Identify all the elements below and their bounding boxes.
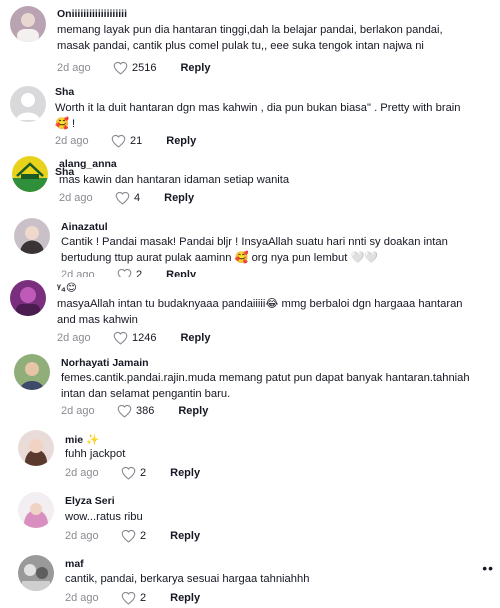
comment-date: 2d ago: [57, 62, 91, 74]
comment-meta: 2d ago 4 Reply: [59, 191, 194, 205]
more-dots-icon[interactable]: ••: [482, 560, 494, 576]
comment-username[interactable]: Elyza Seri: [65, 495, 115, 507]
like-count: 21: [130, 135, 143, 147]
avatar[interactable]: [12, 156, 48, 192]
avatar[interactable]: [18, 430, 54, 466]
comment-username[interactable]: mie ✨: [65, 433, 99, 446]
comment-meta: 2d ago 2 Reply: [61, 268, 196, 277]
comment-username[interactable]: alang_anna: [59, 158, 117, 170]
like-count: 2516: [132, 62, 157, 74]
comment-username[interactable]: Sha: [55, 86, 74, 98]
like-count: 2: [140, 467, 147, 479]
like-count: 2: [136, 269, 143, 277]
comment-username[interactable]: maf: [65, 558, 84, 570]
heart-outline-icon[interactable]: [121, 591, 136, 605]
comment-meta: 2d ago 2 Reply: [65, 466, 200, 480]
avatar[interactable]: [14, 354, 50, 390]
comment-text: masyaAllah intan tu budaknyaaa pandaiiii…: [57, 298, 463, 326]
comment-date: 2d ago: [61, 269, 95, 277]
comment-meta: 2d ago 2516 Reply: [57, 61, 210, 75]
comment-item: Oniiiiiiiiiiiiiiiiiii memang layak pun d…: [0, 0, 500, 80]
comment-username[interactable]: Ainazatul: [61, 221, 108, 233]
reply-button[interactable]: Reply: [178, 405, 208, 417]
comment-text: fuhh jackpot: [65, 448, 126, 460]
reply-button[interactable]: Reply: [170, 467, 200, 479]
heart-outline-icon[interactable]: [117, 268, 132, 277]
comment-text: Cantik ! Pandai masak! Pandai bljr ! Ins…: [61, 236, 448, 264]
avatar[interactable]: [18, 492, 54, 528]
comment-username[interactable]: Oniiiiiiiiiiiiiiiiiii: [57, 8, 127, 20]
heart-outline-icon[interactable]: [113, 331, 128, 345]
reply-button[interactable]: Reply: [170, 592, 200, 604]
comment-meta: 2d ago 2 Reply: [65, 529, 200, 543]
reply-button[interactable]: Reply: [164, 192, 194, 204]
reply-button[interactable]: Reply: [166, 135, 196, 147]
heart-outline-icon[interactable]: [115, 191, 130, 205]
heart-outline-icon[interactable]: [113, 61, 128, 75]
avatar[interactable]: [10, 280, 46, 316]
comment-meta: 2d ago 2 Reply: [65, 591, 200, 605]
avatar[interactable]: [10, 86, 46, 122]
comment-date: 2d ago: [59, 192, 93, 204]
reply-button[interactable]: Reply: [180, 332, 210, 344]
comment-meta: 2d ago 1246 Reply: [57, 331, 210, 345]
comment-meta: 2d ago 386 Reply: [61, 404, 208, 418]
comment-text: memang layak pun dia hantaran tinggi,dah…: [57, 24, 443, 52]
comment-date: 2d ago: [65, 530, 99, 542]
comment-username[interactable]: Norhayati Jamain: [61, 357, 149, 369]
heart-outline-icon[interactable]: [121, 529, 136, 543]
comment-text: wow...ratus ribu: [65, 511, 143, 523]
comment-date: 2d ago: [65, 467, 99, 479]
like-count: 1246: [132, 332, 157, 344]
like-count: 4: [134, 192, 141, 204]
comment-username[interactable]: ᵞ₄😊: [57, 282, 77, 294]
comment-text: cantik, pandai, berkarya sesuai hargaa t…: [65, 573, 310, 585]
heart-outline-icon[interactable]: [117, 404, 132, 418]
comment-text: mas kawin dan hantaran idaman setiap wan…: [59, 174, 290, 186]
reply-button[interactable]: Reply: [170, 530, 200, 542]
reply-button[interactable]: Reply: [166, 269, 196, 277]
comment-date: 2d ago: [65, 592, 99, 604]
comment-meta: 2d ago 21 Reply: [55, 134, 196, 148]
comment-date: 2d ago: [55, 135, 89, 147]
comment-date: 2d ago: [57, 332, 91, 344]
comment-meta-clipped: 2d ago 2 Reply: [61, 268, 361, 277]
comment-text: femes.cantik.pandai.rajin.muda memang pa…: [61, 372, 470, 400]
reply-button[interactable]: Reply: [180, 62, 210, 74]
like-count: 386: [136, 405, 155, 417]
comment-date: 2d ago: [61, 405, 95, 417]
avatar[interactable]: [10, 6, 46, 42]
heart-outline-icon[interactable]: [111, 134, 126, 148]
avatar[interactable]: [18, 555, 54, 591]
heart-outline-icon[interactable]: [121, 466, 136, 480]
comment-text: Worth it la duit hantaran dgn mas kahwin…: [55, 102, 461, 130]
like-count: 2: [140, 592, 147, 604]
avatar[interactable]: [14, 218, 50, 254]
like-count: 2: [140, 530, 147, 542]
